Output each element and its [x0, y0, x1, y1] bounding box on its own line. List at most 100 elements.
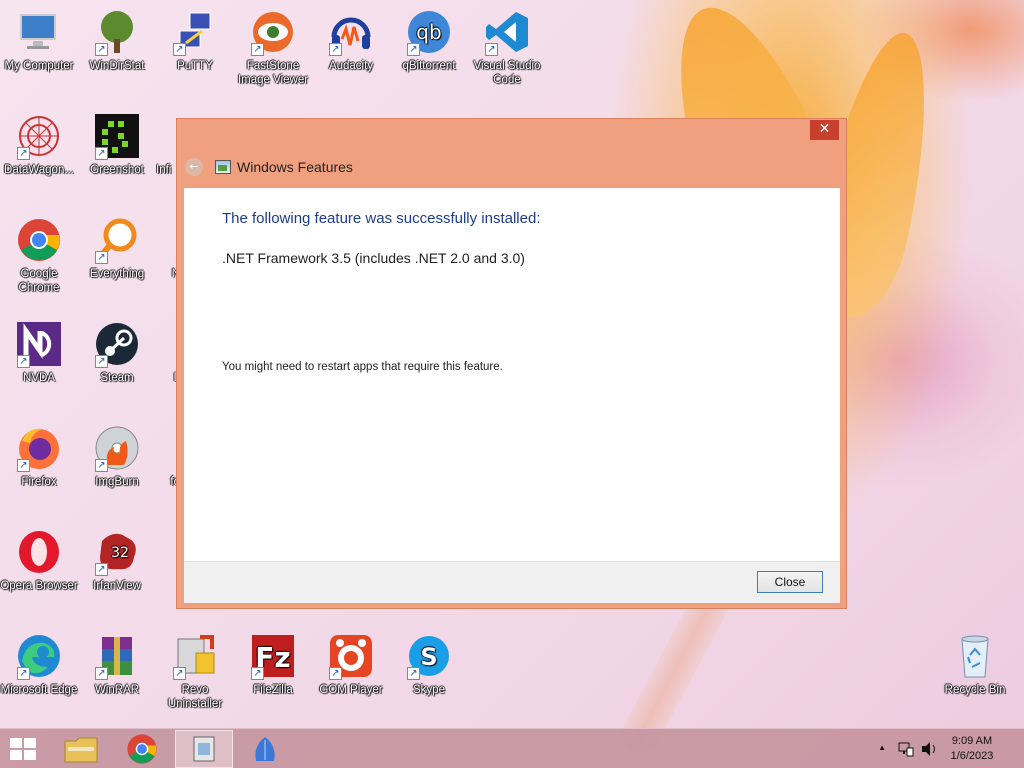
network-icon[interactable]	[898, 741, 914, 757]
dialog-close-button[interactable]: ✕	[810, 120, 839, 140]
desktop-icon-irfanview[interactable]: 32 ↗ IrfanView	[78, 528, 156, 593]
desktop-icon-label: DataWagon...	[4, 164, 74, 176]
disc-icon: ↗	[93, 424, 141, 472]
shell-icon	[255, 737, 275, 761]
dialog-footer: Close	[184, 561, 840, 603]
windows-logo-icon	[24, 750, 36, 760]
desktop-icon-label: Microsoft Edge	[0, 684, 78, 696]
greenshot-icon: ↗	[93, 112, 141, 160]
taskbar-app[interactable]	[236, 730, 294, 768]
dialog-content: The following feature was successfully i…	[184, 188, 840, 561]
close-button[interactable]: Close	[757, 571, 823, 593]
revo-icon: ↗	[171, 632, 219, 680]
desktop-icon-label: My Computer	[4, 60, 74, 72]
desktop-icon-recycle-bin[interactable]: Recycle Bin	[936, 632, 1014, 697]
dialog-header: ← Windows Features	[185, 155, 353, 179]
clock-date: 1/6/2023	[950, 750, 994, 762]
start-button[interactable]	[10, 738, 36, 760]
desktop-icon-label: NVDA	[23, 372, 55, 384]
recycle-bin-icon	[951, 632, 999, 680]
desktop-icon-nvda[interactable]: ↗ NVDA	[0, 320, 78, 385]
desktop-icon-imgburn[interactable]: ↗ ImgBurn	[78, 424, 156, 489]
desktop-icon-edge[interactable]: ↗ Microsoft Edge	[0, 632, 78, 697]
windows-features-dialog: ✕ ← Windows Features The following featu…	[176, 118, 847, 609]
volume-icon[interactable]	[920, 741, 938, 757]
desktop-icon-greenshot[interactable]: ↗ Greenshot	[78, 112, 156, 177]
dialog-title: Windows Features	[237, 159, 353, 175]
desktop-icon-steam[interactable]: ↗ Steam	[78, 320, 156, 385]
qb-icon: qb ↗	[405, 8, 453, 56]
taskbar-chrome[interactable]	[113, 730, 171, 768]
desktop-icon-faststone[interactable]: ↗ FastStone Image Viewer	[234, 8, 312, 87]
folder-icon	[64, 737, 98, 763]
filezilla-icon: Fz ↗	[249, 632, 297, 680]
firefox-icon: ↗	[15, 424, 63, 472]
restart-note: You might need to restart apps that requ…	[222, 361, 503, 373]
desktop-icon-winrar[interactable]: ↗ WinRAR	[78, 632, 156, 697]
desktop-icon-everything[interactable]: ↗ Everything	[78, 216, 156, 281]
taskbar: ▲ 9:09 AM 1/6/2023	[0, 728, 1024, 768]
clock[interactable]: 9:09 AM 1/6/2023	[942, 734, 1002, 764]
svg-text:qb: qb	[416, 20, 441, 44]
desktop-icon-label: Everything	[89, 268, 145, 280]
taskbar-windows-features[interactable]	[175, 730, 233, 768]
windows-logo-icon	[24, 738, 36, 748]
desktop-icon-label: FastStone Image Viewer	[237, 60, 309, 86]
edge-icon: ↗	[15, 632, 63, 680]
desktop-icon-gom[interactable]: ↗ GOM Player	[312, 632, 390, 697]
putty-icon: ↗	[171, 8, 219, 56]
desktop-icon-skype[interactable]: S ↗ Skype	[390, 632, 468, 697]
desktop-icon-revo[interactable]: ↗ Revo Uninstaller	[156, 632, 234, 711]
desktop-icon-label: Revo Uninstaller	[167, 684, 223, 710]
desktop-icon-label: FileZilla	[253, 684, 293, 696]
desktop-icon-label: IrfanView	[93, 580, 141, 592]
desktop-icon-label: WinRAR	[94, 684, 140, 696]
installed-feature-name: .NET Framework 3.5 (includes .NET 2.0 an…	[222, 250, 525, 266]
back-arrow-icon[interactable]: ←	[185, 158, 203, 176]
windows-logo-icon	[10, 750, 22, 760]
desktop-icon-qbittorrent[interactable]: qb ↗ qBittorrent	[390, 8, 468, 73]
windows-logo-icon	[10, 738, 22, 748]
mandala-icon: ↗	[15, 112, 63, 160]
desktop-icon-chrome[interactable]: Google Chrome	[0, 216, 78, 295]
desktop-icon-label: Skype	[413, 684, 445, 696]
desktop-icon-label: Firefox	[21, 476, 57, 488]
vscode-icon: ↗	[483, 8, 531, 56]
desktop-icon-datawagon[interactable]: ↗ DataWagon...	[0, 112, 78, 177]
winrar-icon: ↗	[93, 632, 141, 680]
computer-icon	[15, 8, 63, 56]
desktop-icon-label: ImgBurn	[95, 476, 139, 488]
svg-text:S: S	[420, 643, 437, 671]
steam-icon: ↗	[93, 320, 141, 368]
desktop-icon-audacity[interactable]: ↗ Audacity	[312, 8, 390, 73]
opera-icon	[15, 528, 63, 576]
desktop-icon-label: Audacity	[328, 60, 374, 72]
desktop-icon-label: Recycle Bin	[944, 684, 1006, 696]
skype-icon: S ↗	[405, 632, 453, 680]
tree-icon: ↗	[93, 8, 141, 56]
nvda-icon: ↗	[15, 320, 63, 368]
taskbar-file-explorer[interactable]	[52, 730, 110, 768]
desktop-icon-my-computer[interactable]: My Computer	[0, 8, 78, 73]
clock-time: 9:09 AM	[951, 735, 993, 747]
windows-features-icon	[193, 736, 215, 762]
show-hidden-icons-icon[interactable]: ▲	[878, 743, 886, 752]
desktop-icon-opera[interactable]: Opera Browser	[0, 528, 78, 593]
desktop-icon-label: Greenshot	[90, 164, 144, 176]
desktop-icon-label: WinDirStat	[89, 60, 145, 72]
desktop-icon-label: qBittorrent	[402, 60, 456, 72]
desktop-icon-windirstat[interactable]: ↗ WinDirStat	[78, 8, 156, 73]
headphones-icon: ↗	[327, 8, 375, 56]
desktop-icon-label: Opera Browser	[0, 580, 78, 592]
gom-icon: ↗	[327, 632, 375, 680]
magnifier-icon: ↗	[93, 216, 141, 264]
desktop-icon-vscode[interactable]: ↗ Visual Studio Code	[468, 8, 546, 87]
eye-icon: ↗	[249, 8, 297, 56]
irfanview-icon: 32 ↗	[93, 528, 141, 576]
desktop-icon-label: Visual Studio Code	[473, 60, 541, 86]
desktop-icon-filezilla[interactable]: Fz ↗ FileZilla	[234, 632, 312, 697]
desktop-icon-putty[interactable]: ↗ PuTTY	[156, 8, 234, 73]
desktop-icon-label: Google Chrome	[18, 268, 60, 294]
desktop-icon-firefox[interactable]: ↗ Firefox	[0, 424, 78, 489]
svg-text:32: 32	[111, 545, 129, 561]
